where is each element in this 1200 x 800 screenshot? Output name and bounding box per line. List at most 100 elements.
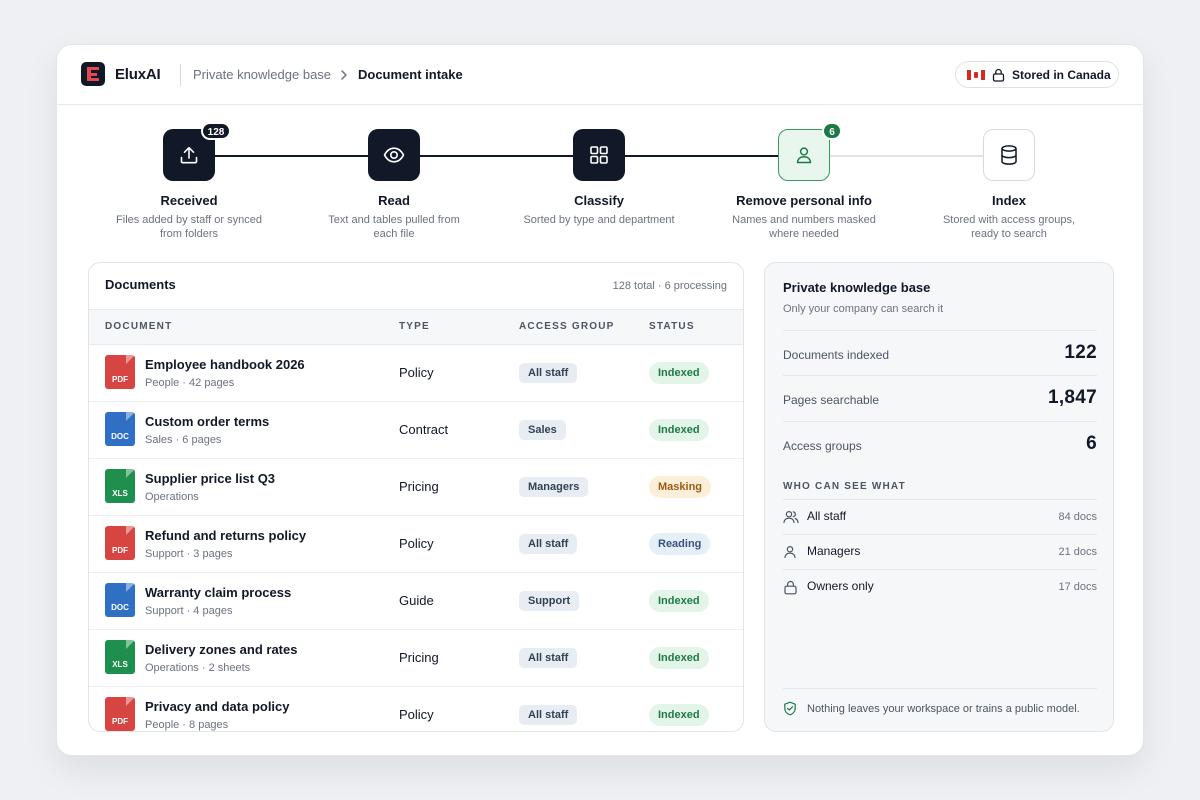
stat-label: Documents indexed xyxy=(783,348,890,362)
access-group-owners-only[interactable]: Owners only 17 docs xyxy=(783,569,1097,604)
knowledge-base-panel: Private knowledge base Only your company… xyxy=(764,262,1114,732)
stat-label: Pages searchable xyxy=(783,393,880,407)
step-description: Names and numbers masked where needed xyxy=(732,214,876,240)
knowledge-base-subtitle: Only your company can search it xyxy=(783,303,944,315)
step-read-box xyxy=(368,129,420,181)
document-name[interactable]: Supplier price list Q3 xyxy=(145,471,275,487)
access-group-managers[interactable]: Managers 21 docs xyxy=(783,534,1097,569)
access-group-badge: All staff xyxy=(519,534,578,554)
access-group-name: Owners only xyxy=(807,579,874,593)
column-header-document[interactable]: DOCUMENT xyxy=(105,321,172,333)
column-header-type[interactable]: TYPE xyxy=(399,321,430,333)
table-header: DOCUMENT TYPE ACCESS GROUP STATUS xyxy=(89,309,743,345)
table-row[interactable]: DOC Custom order terms Sales · 6 pages Cont… xyxy=(89,402,743,459)
step-remove-personal-info-box xyxy=(778,129,830,181)
access-group-all-staff[interactable]: All staff 84 docs xyxy=(783,499,1097,534)
document-type: Pricing xyxy=(399,479,439,494)
document-name[interactable]: Custom order terms xyxy=(145,414,269,430)
lock-icon xyxy=(784,580,797,595)
step-title: Read xyxy=(378,193,410,208)
table-row[interactable]: PDF Privacy and data policy People · 8 pag… xyxy=(89,687,743,731)
step-remove-personal-info-count-badge: 6 xyxy=(822,122,842,140)
document-name[interactable]: Refund and returns policy xyxy=(145,528,306,544)
pipeline-progress-line xyxy=(189,155,804,157)
eye-icon xyxy=(383,147,405,163)
access-group-badge: Sales xyxy=(519,420,566,440)
document-type: Policy xyxy=(399,365,434,380)
document-meta: People · 42 pages xyxy=(145,377,235,389)
access-group-name: Managers xyxy=(807,544,861,558)
app-window: EluxAI Private knowledge base Document i… xyxy=(56,44,1144,756)
table-row[interactable]: XLS Delivery zones and rates Operations · … xyxy=(89,630,743,687)
document-type: Policy xyxy=(399,707,434,722)
access-group-badge: Managers xyxy=(519,477,589,497)
stat-documents-indexed: Documents indexed 122 xyxy=(783,330,1097,376)
status-badge: Indexed xyxy=(649,647,709,669)
stat-pages-searchable: Pages searchable 1,847 xyxy=(783,376,1097,422)
document-name[interactable]: Privacy and data policy xyxy=(145,699,290,715)
pdf-file-icon: PDF xyxy=(105,697,135,731)
upload-icon xyxy=(180,146,198,164)
column-header-status[interactable]: STATUS xyxy=(649,321,695,333)
document-name[interactable]: Employee handbook 2026 xyxy=(145,357,305,373)
xls-file-icon: XLS xyxy=(105,640,135,674)
region-label: Stored in Canada xyxy=(1012,68,1111,82)
access-group-count: 17 docs xyxy=(1058,581,1097,593)
column-header-access-group[interactable]: ACCESS GROUP xyxy=(519,321,615,333)
document-meta: Operations xyxy=(145,491,199,503)
step-title: Index xyxy=(992,193,1026,208)
status-badge: Masking xyxy=(649,476,712,498)
status-badge: Indexed xyxy=(649,362,709,384)
step-title: Received xyxy=(160,193,218,208)
document-type: Policy xyxy=(399,536,434,551)
document-type: Contract xyxy=(399,422,449,437)
document-meta: People · 8 pages xyxy=(145,719,229,731)
document-name[interactable]: Delivery zones and rates xyxy=(145,642,297,658)
access-group-badge: All staff xyxy=(519,705,578,725)
breadcrumb-document-intake: Document intake xyxy=(358,67,463,82)
access-group-badge: Support xyxy=(519,591,580,611)
step-index-box xyxy=(983,129,1035,181)
access-group-name: All staff xyxy=(807,509,847,523)
doc-file-icon: DOC xyxy=(105,583,135,617)
step-description: Sorted by type and department xyxy=(523,214,675,226)
status-badge: Indexed xyxy=(649,419,709,441)
step-title: Remove personal info xyxy=(736,193,872,208)
table-row[interactable]: DOC Warranty claim process Support · 4 pag… xyxy=(89,573,743,630)
pdf-file-icon: PDF xyxy=(105,526,135,560)
pdf-file-icon: PDF xyxy=(105,355,135,389)
doc-file-icon: DOC xyxy=(105,412,135,446)
access-group-badge: All staff xyxy=(519,363,578,383)
table-row[interactable]: PDF Employee handbook 2026 People · 42 pag… xyxy=(89,345,743,402)
access-group-count: 84 docs xyxy=(1058,511,1097,523)
documents-summary: 128 total · 6 processing xyxy=(612,280,727,292)
privacy-note-text: Nothing leaves your workspace or trains … xyxy=(807,703,1080,715)
region-badge[interactable]: Stored in Canada xyxy=(955,61,1119,88)
documents-title: Documents xyxy=(105,277,176,292)
document-type: Pricing xyxy=(399,650,439,665)
stat-value: 122 xyxy=(1064,342,1097,363)
who-can-see-heading: WHO CAN SEE WHAT xyxy=(783,481,906,492)
access-group-count: 21 docs xyxy=(1058,546,1097,558)
privacy-note: Nothing leaves your workspace or trains … xyxy=(783,688,1097,728)
step-classify-box xyxy=(573,129,625,181)
person-icon xyxy=(796,147,812,164)
stat-value: 6 xyxy=(1086,433,1097,454)
document-meta: Operations · 2 sheets xyxy=(145,662,251,674)
top-bar: EluxAI Private knowledge base Document i… xyxy=(57,45,1143,105)
canada-flag-icon xyxy=(967,70,985,80)
users-icon xyxy=(783,510,799,524)
knowledge-base-title: Private knowledge base xyxy=(783,280,931,295)
table-row[interactable]: PDF Refund and returns policy Support · 3 … xyxy=(89,516,743,573)
header-divider xyxy=(180,64,181,86)
document-meta: Support · 3 pages xyxy=(145,548,233,560)
eluxai-logo-icon[interactable] xyxy=(81,62,105,86)
status-badge: Indexed xyxy=(649,704,709,726)
user-icon xyxy=(784,545,796,559)
database-icon xyxy=(1001,145,1017,165)
table-row[interactable]: XLS Supplier price list Q3 Operations Prici… xyxy=(89,459,743,516)
document-name[interactable]: Warranty claim process xyxy=(145,585,291,601)
breadcrumb-knowledge-base[interactable]: Private knowledge base xyxy=(193,66,331,84)
stat-value: 1,847 xyxy=(1047,387,1097,408)
step-title: Classify xyxy=(574,193,624,208)
